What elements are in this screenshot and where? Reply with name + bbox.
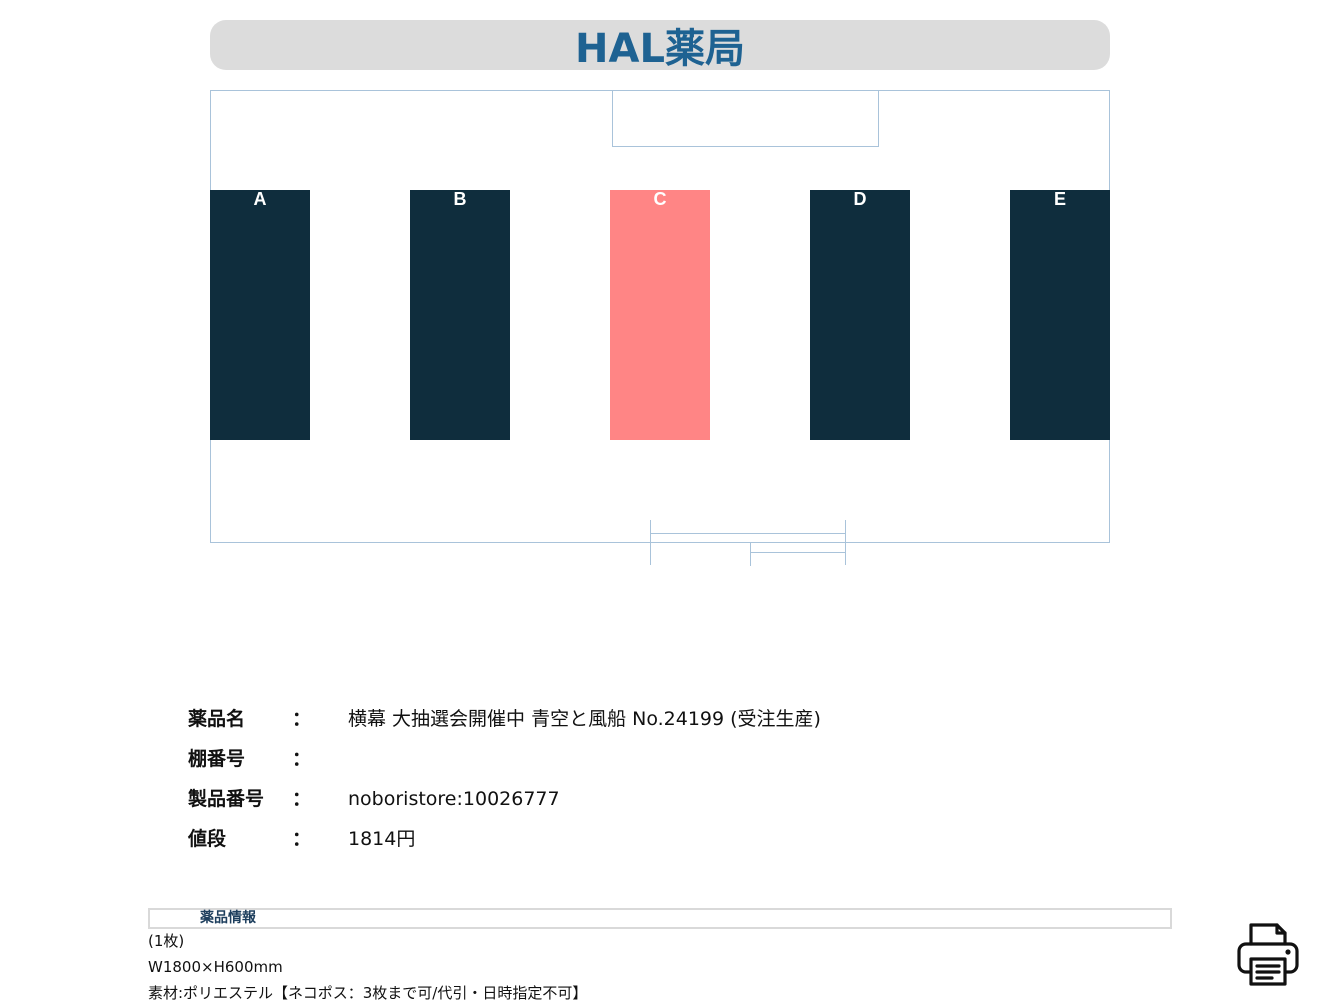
product-code-label: 製品番号	[188, 788, 265, 810]
separator: ：	[292, 788, 312, 810]
product-name-value: 横幕 大抽選会開催中 青空と風船 No.24199 (受注生産)	[348, 708, 821, 730]
shelf-label: A	[253, 189, 267, 209]
shelf-c-highlighted[interactable]: C	[610, 190, 710, 440]
price-value: 1814円	[348, 828, 416, 850]
shelf-label: E	[1053, 189, 1066, 209]
separator: ：	[292, 748, 312, 770]
header-bar: HAL薬局	[210, 20, 1110, 72]
shelf-number-label: 棚番号	[188, 748, 246, 770]
shelf-label: C	[653, 189, 667, 209]
separator: ：	[292, 828, 312, 850]
shelf-b[interactable]: B	[410, 190, 510, 440]
shelf-label: D	[853, 189, 867, 209]
details-header-label: 薬品情報	[200, 910, 256, 926]
shelf-e[interactable]: E	[1010, 190, 1110, 440]
page-title: HAL薬局	[575, 26, 745, 72]
product-code-value: noboristore:10026777	[348, 788, 560, 810]
detail-line: W1800×H600mm	[148, 958, 283, 976]
product-name-label: 薬品名	[188, 708, 246, 730]
shelf-d[interactable]: D	[810, 190, 910, 440]
checkout-counter	[612, 90, 879, 147]
print-button[interactable]	[1236, 922, 1300, 986]
printer-icon	[1237, 923, 1299, 986]
shelf-a[interactable]: A	[210, 190, 310, 440]
shelf-label: B	[453, 189, 467, 209]
details-text: (1枚) W1800×H600mm 素材:ポリエステル【ネコポス：3枚まで可/代…	[148, 928, 587, 1006]
details-section-header: 薬品情報	[148, 908, 1172, 929]
detail-line: 素材:ポリエステル【ネコポス：3枚まで可/代引・日時指定不可】	[148, 984, 588, 1002]
price-label: 値段	[188, 828, 227, 850]
detail-line: (1枚)	[148, 932, 185, 950]
page: HAL薬局 A B C D E 薬品名 ： 横幕 大抽選会開催中 青空と風船 N…	[0, 0, 1320, 1006]
separator: ：	[292, 708, 312, 730]
